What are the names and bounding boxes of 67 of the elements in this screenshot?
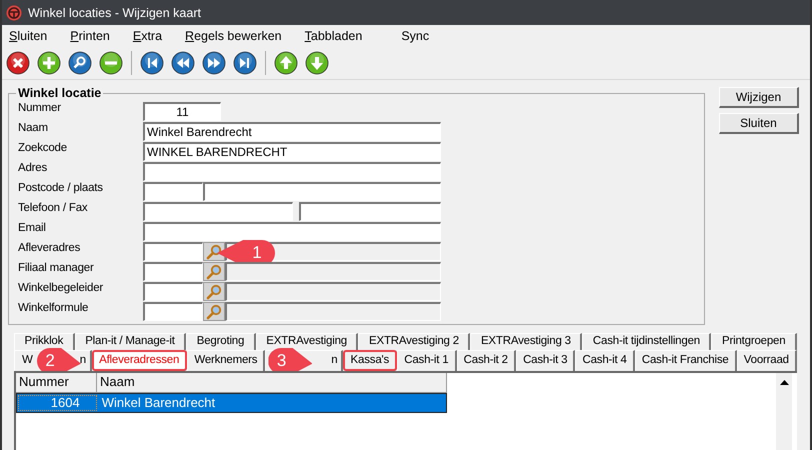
scrollbar[interactable] <box>776 373 792 450</box>
arrow-down-icon[interactable] <box>305 51 329 75</box>
field-label: Nummer <box>18 102 62 114</box>
search-icon <box>206 304 222 320</box>
close-icon[interactable] <box>6 51 30 75</box>
menu-item[interactable]: Printen <box>70 29 110 43</box>
table-cell: 1604 <box>17 394 98 412</box>
tab[interactable]: EXTRAvestiging 3 <box>470 333 582 350</box>
field-label: Filiaal manager <box>18 262 95 274</box>
code-field[interactable] <box>143 262 203 281</box>
menu-item[interactable]: Sluiten <box>9 29 48 43</box>
tab[interactable]: Begroting <box>186 333 256 350</box>
search-icon[interactable] <box>68 51 92 75</box>
add-icon[interactable] <box>37 51 61 75</box>
column-header[interactable]: Nummer <box>16 373 97 393</box>
menu-item[interactable]: Tabbladen <box>304 29 362 43</box>
field-label: Telefoon / Fax <box>18 202 88 214</box>
lookup-button[interactable] <box>203 262 225 281</box>
rewind-icon[interactable] <box>171 51 195 75</box>
city-field[interactable] <box>203 182 441 201</box>
scroll-up-icon[interactable] <box>780 380 788 385</box>
phone-field[interactable] <box>143 202 293 221</box>
text-field[interactable]: WINKEL BARENDRECHT <box>143 142 441 161</box>
code-field[interactable] <box>143 242 203 261</box>
skip-forward-icon[interactable] <box>233 51 257 75</box>
action-button[interactable]: Sluiten <box>719 113 799 134</box>
skip-back-icon[interactable] <box>140 51 164 75</box>
fax-field[interactable] <box>299 202 441 221</box>
lookup-button[interactable] <box>203 302 225 321</box>
window-title: Winkel locaties - Wijzigen kaart <box>28 6 201 20</box>
field-label: Winkelformule <box>18 302 90 314</box>
grid-row[interactable]: 1604 Winkel Barendrecht <box>16 393 447 413</box>
postcode-field[interactable] <box>143 182 203 201</box>
field-label: Naam <box>18 122 49 134</box>
table-cell-text: Winkel Barendrecht <box>100 394 216 412</box>
tab[interactable]: Kassa's <box>343 350 398 371</box>
text-field[interactable] <box>143 162 441 181</box>
minus-icon[interactable] <box>99 51 123 75</box>
group-title: Winkel locatie <box>17 86 102 100</box>
arrow-up-icon[interactable] <box>274 51 298 75</box>
lookup-button[interactable] <box>203 282 225 301</box>
field-label: Zoekcode <box>18 142 68 154</box>
code-field[interactable] <box>143 282 203 301</box>
menu-item[interactable]: Regels bewerken <box>185 29 282 43</box>
field-label: Winkelbegeleider <box>18 282 104 294</box>
search-icon <box>206 244 222 260</box>
number-field[interactable]: 11 <box>143 102 221 121</box>
search-icon <box>206 264 222 280</box>
search-icon <box>206 284 222 300</box>
text-field[interactable]: Winkel Barendrecht <box>143 122 441 141</box>
field-label: Postcode / plaats <box>18 182 104 194</box>
code-field[interactable] <box>143 302 203 321</box>
field-label: Afleveradres <box>18 242 82 254</box>
field-label: Email <box>18 222 47 234</box>
fast-forward-icon[interactable] <box>202 51 226 75</box>
tab[interactable]: Printgroepen <box>711 333 797 350</box>
column-header[interactable]: Naam <box>97 373 447 393</box>
menu-item[interactable]: Extra <box>132 29 162 43</box>
menu-item[interactable]: Sync <box>401 29 430 43</box>
action-button[interactable]: Wijzigen <box>719 87 799 108</box>
lookup-button[interactable] <box>203 242 225 261</box>
text-field[interactable] <box>143 222 441 241</box>
tab[interactable]: EXTRAvestiging 2 <box>358 333 470 350</box>
field-label: Adres <box>18 162 48 174</box>
steering-wheel-icon <box>6 4 22 20</box>
tab[interactable]: Afleveradressen <box>92 350 188 371</box>
tab[interactable]: Cash-it tijdinstellingen <box>582 333 712 350</box>
